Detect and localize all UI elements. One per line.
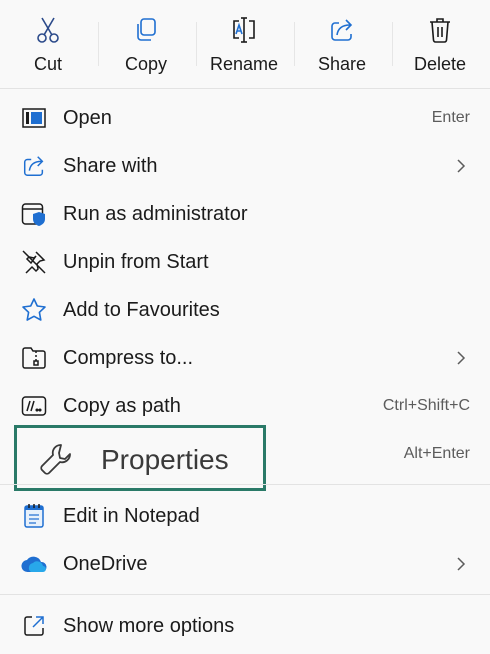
copy-label: Copy: [124, 54, 168, 74]
menu-item-label: Run as administrator: [63, 202, 248, 225]
delete-label: Delete: [413, 54, 467, 74]
menu-item-share-with[interactable]: Share with: [0, 142, 490, 190]
wrench-icon: [39, 442, 73, 476]
menu-item-label: Compress to...: [63, 346, 194, 369]
share-icon: [328, 16, 356, 44]
open-icon: [20, 104, 48, 132]
trash-icon: [426, 16, 454, 44]
menu-item-label: Properties: [101, 444, 229, 475]
menu-item-unpin[interactable]: Unpin from Start: [0, 238, 490, 286]
shortcut-label: Alt+Enter: [403, 445, 470, 462]
menu-item-copy-as-path[interactable]: Copy as path Ctrl+Shift+C: [0, 382, 490, 430]
rename-label: Rename: [209, 54, 279, 74]
chevron-right-icon: [454, 156, 468, 176]
share-icon: [20, 152, 48, 180]
menu-item-run-as-admin[interactable]: Run as administrator: [0, 190, 490, 238]
shortcut-label: Ctrl+Shift+C: [382, 397, 470, 414]
menu-item-label: Unpin from Start: [63, 250, 209, 273]
cut-button[interactable]: Cut: [0, 8, 96, 78]
scissors-icon: [34, 16, 62, 44]
unpin-icon: [20, 248, 48, 276]
menu-item-label: OneDrive: [63, 552, 148, 575]
menu-item-label: Add to Favourites: [63, 298, 220, 321]
menu-item-onedrive[interactable]: OneDrive: [0, 540, 490, 588]
menu-item-label: Open: [63, 106, 112, 129]
path-icon: [20, 392, 48, 420]
delete-button[interactable]: Delete: [392, 8, 488, 78]
rename-icon: [230, 16, 258, 44]
menu-item-edit-notepad[interactable]: Edit in Notepad: [0, 492, 490, 540]
menu-item-open[interactable]: Open Enter: [0, 94, 490, 142]
menu-item-compress[interactable]: Compress to...: [0, 334, 490, 382]
menu-item-label: Share with: [63, 154, 158, 177]
menu-item-label: Copy as path: [63, 394, 181, 417]
shortcut-label: Enter: [431, 109, 470, 126]
chevron-right-icon: [454, 554, 468, 574]
divider: [0, 484, 490, 485]
cut-label: Cut: [33, 54, 62, 74]
share-button[interactable]: Share: [294, 8, 390, 78]
rename-button[interactable]: Rename: [196, 8, 292, 78]
menu-item-label: Edit in Notepad: [63, 504, 200, 527]
menu-item-add-favourites[interactable]: Add to Favourites: [0, 286, 490, 334]
divider: [0, 88, 490, 89]
menu-item-show-more-options[interactable]: Show more options: [0, 602, 490, 650]
shield-icon: [20, 200, 48, 228]
cloud-icon: [20, 550, 48, 578]
divider: [0, 594, 490, 595]
star-icon: [20, 296, 48, 324]
notepad-icon: [20, 502, 48, 530]
copy-icon: [132, 16, 160, 44]
chevron-right-icon: [454, 348, 468, 368]
external-icon: [20, 612, 48, 640]
context-menu: Cut Copy Rename Share Delete Open Enter …: [0, 0, 490, 654]
properties-highlight[interactable]: Properties: [14, 425, 266, 491]
menu-item-label: Show more options: [63, 614, 235, 637]
context-toolbar: Cut Copy Rename Share Delete: [0, 0, 490, 86]
zip-icon: [20, 344, 48, 372]
share-label: Share: [317, 54, 367, 74]
copy-button[interactable]: Copy: [98, 8, 194, 78]
